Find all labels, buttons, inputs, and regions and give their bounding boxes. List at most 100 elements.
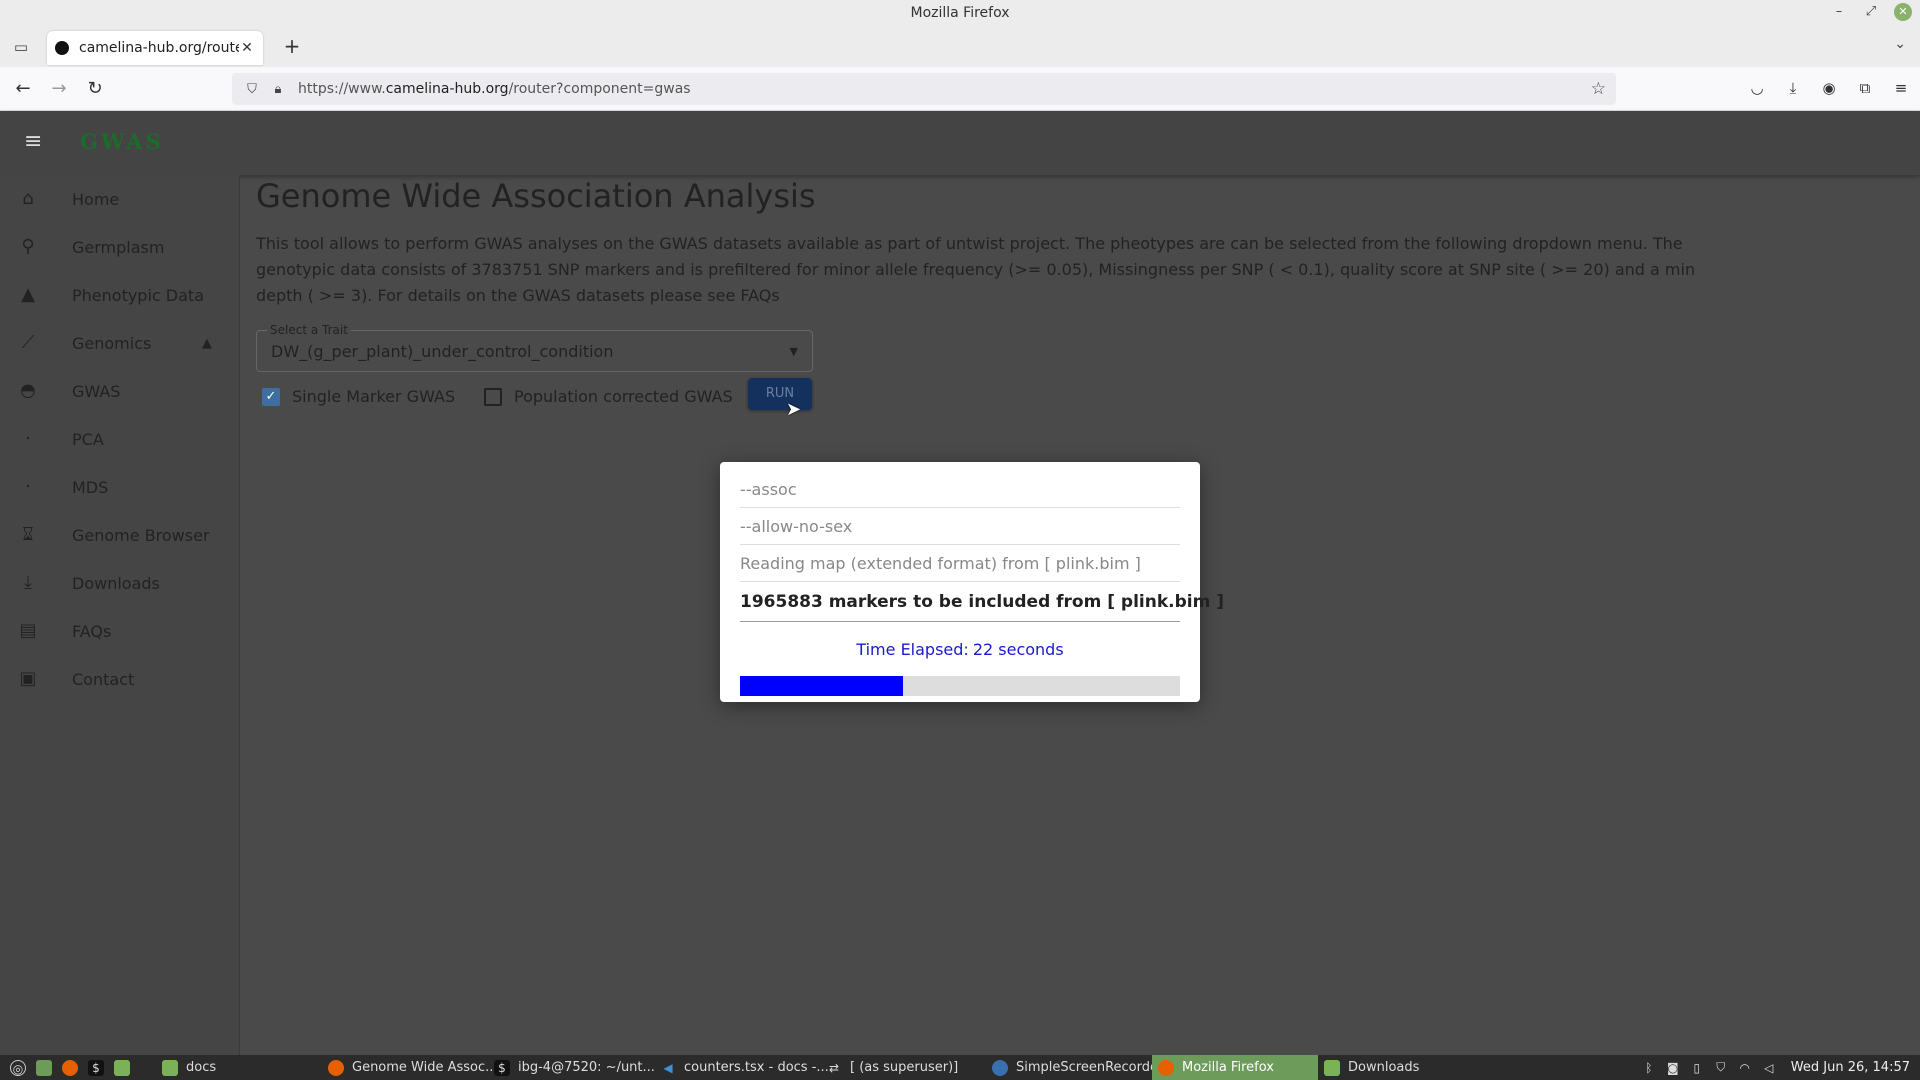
vscode-icon: ◀ bbox=[663, 1060, 673, 1075]
taskbar-app-downloads[interactable]: Downloads bbox=[1318, 1055, 1425, 1080]
single-marker-checkbox[interactable]: ✓ bbox=[262, 388, 280, 406]
sidebar-item-home[interactable]: ⌂ Home bbox=[0, 175, 239, 223]
tab-close-icon[interactable]: ✕ bbox=[239, 40, 255, 56]
firefox-icon bbox=[1158, 1059, 1174, 1076]
nav-toolbar: ← → ↻ ⛉ 🔒︎ https://www.camelina-hub.org/… bbox=[0, 67, 1920, 111]
restore-icon[interactable]: ⤢ bbox=[1862, 3, 1880, 21]
taskbar-app-vscode[interactable]: ◀ counters.tsx - docs -... bbox=[654, 1055, 835, 1080]
taskbar-app-superuser[interactable]: ⇄ [ (as superuser)] bbox=[820, 1055, 964, 1080]
tree-icon: ▲ bbox=[21, 284, 35, 305]
clock[interactable]: Wed Jun 26, 14:57 bbox=[1791, 1060, 1910, 1075]
folder-icon bbox=[162, 1059, 178, 1076]
mouse-cursor-icon: ➤ bbox=[786, 399, 802, 420]
trait-select[interactable]: Select a Trait DW_(g_per_plant)_under_co… bbox=[256, 323, 813, 372]
contact-card-icon: ▣ bbox=[19, 668, 37, 689]
forward-arrow-icon[interactable]: → bbox=[46, 76, 72, 102]
hamburger-menu-icon[interactable]: ≡ bbox=[24, 131, 46, 153]
taskbar-app-terminal[interactable]: $ ibg-4@7520: ~/unt... bbox=[488, 1055, 661, 1080]
tab-overflow-chevron-icon[interactable]: ⌄ bbox=[1894, 36, 1906, 52]
url-domain: camelina-hub.org bbox=[385, 81, 509, 97]
tracking-shield-icon[interactable]: ⛉ bbox=[242, 82, 262, 97]
volume-icon[interactable]: ◁ bbox=[1761, 1061, 1777, 1075]
gwas-icon: ◓ bbox=[20, 380, 36, 401]
taskbar-app-label: Genome Wide Assoc... bbox=[352, 1060, 498, 1075]
taskbar-app-firefox[interactable]: Mozilla Firefox bbox=[1152, 1055, 1318, 1080]
trait-select-value: DW_(g_per_plant)_under_control_condition bbox=[271, 342, 614, 361]
sidebar: ⌂ Home ⚲ Germplasm ▲ Phenotypic Data ⟋ G… bbox=[0, 175, 240, 1055]
firefox-icon bbox=[328, 1059, 344, 1076]
taskbar-app-docs[interactable]: docs bbox=[156, 1055, 222, 1080]
system-tray: ᛒ ◙ ▯ ⛉ ◠ ◁ Wed Jun 26, 14:57 bbox=[1641, 1055, 1910, 1080]
sidebar-item-mds[interactable]: · MDS bbox=[0, 463, 239, 511]
sidebar-item-gwas[interactable]: ◓ GWAS bbox=[0, 367, 239, 415]
app-brand: GWAS bbox=[80, 129, 164, 154]
download-icon: ⤓ bbox=[24, 572, 32, 593]
run-button[interactable]: RUN bbox=[748, 378, 812, 410]
sidebar-item-pca[interactable]: · PCA bbox=[0, 415, 239, 463]
chevron-up-icon[interactable]: ▲ bbox=[202, 336, 212, 351]
new-tab-icon[interactable]: + bbox=[280, 35, 304, 59]
pocket-icon[interactable]: ◡ bbox=[1746, 77, 1768, 99]
progress-bar bbox=[740, 676, 1180, 696]
taskbar-app-firefox-gwas[interactable]: Genome Wide Assoc... bbox=[322, 1055, 504, 1080]
url-path: /router?component=gwas bbox=[508, 81, 691, 97]
camera-icon[interactable]: ◙ bbox=[1665, 1061, 1681, 1075]
sidebar-item-label: Downloads bbox=[72, 573, 160, 593]
dropdown-arrow-icon[interactable]: ▼ bbox=[790, 345, 798, 358]
taskbar-app-screenrecorder[interactable]: SimpleScreenRecorder bbox=[986, 1055, 1169, 1080]
site-favicon-icon bbox=[55, 41, 69, 55]
shield-icon[interactable]: ⛉ bbox=[1713, 1060, 1729, 1075]
sidebar-item-downloads[interactable]: ⤓ Downloads bbox=[0, 559, 239, 607]
sidebar-item-label: MDS bbox=[72, 477, 109, 497]
files-launcher-icon[interactable] bbox=[108, 1055, 144, 1080]
tab-bar: ▭ camelina-hub.org/router?co ✕ + ⌄ bbox=[0, 27, 1920, 67]
url-bar[interactable]: ⛉ 🔒︎ https://www.camelina-hub.org/router… bbox=[232, 73, 1616, 105]
population-corrected-label: Population corrected GWAS bbox=[514, 387, 733, 406]
sidebar-item-contact[interactable]: ▣ Contact bbox=[0, 655, 239, 703]
sidebar-item-label: Phenotypic Data bbox=[72, 285, 204, 305]
location-pin-icon: ⚲ bbox=[21, 236, 35, 257]
url-prefix: https://www. bbox=[298, 81, 386, 97]
sidebar-item-label: Home bbox=[72, 189, 120, 209]
page-title: Genome Wide Association Analysis bbox=[256, 177, 816, 215]
sidebar-item-germplasm[interactable]: ⚲ Germplasm bbox=[0, 223, 239, 271]
library-icon: ▤ bbox=[19, 620, 37, 641]
single-marker-label: Single Marker GWAS bbox=[292, 387, 456, 406]
taskbar-app-label: ibg-4@7520: ~/unt... bbox=[518, 1060, 655, 1075]
menu-icon[interactable]: ≡ bbox=[1890, 77, 1912, 99]
population-corrected-checkbox[interactable] bbox=[484, 388, 502, 406]
sidebar-item-genome-browser[interactable]: ⌛︎ Genome Browser bbox=[0, 511, 239, 559]
bookmark-star-icon[interactable]: ☆ bbox=[1591, 79, 1606, 99]
sidebar-item-label: Genome Browser bbox=[72, 525, 210, 545]
url-text: https://www.camelina-hub.org/router?comp… bbox=[298, 81, 691, 97]
recorder-icon bbox=[992, 1059, 1008, 1076]
sidebar-item-faqs[interactable]: ▤ FAQs bbox=[0, 607, 239, 655]
tab-list-icon[interactable]: ▭ bbox=[10, 36, 32, 58]
bluetooth-icon[interactable]: ᛒ bbox=[1641, 1061, 1657, 1075]
log-line: --allow-no-sex bbox=[740, 509, 1180, 545]
window-title: Mozilla Firefox bbox=[910, 5, 1010, 21]
taskbar-app-label: SimpleScreenRecorder bbox=[1016, 1060, 1164, 1075]
app-header: ≡ GWAS bbox=[0, 111, 1920, 175]
back-arrow-icon[interactable]: ← bbox=[10, 76, 36, 102]
downloads-icon[interactable]: ⤓ bbox=[1782, 77, 1804, 99]
close-window-icon[interactable]: ✕ bbox=[1894, 3, 1912, 21]
chart-line-icon: ⟋ bbox=[21, 332, 35, 353]
taskbar-app-label: Downloads bbox=[1348, 1060, 1420, 1075]
time-elapsed: Time Elapsed: 22 seconds bbox=[720, 640, 1200, 659]
extensions-icon[interactable]: ⧉ bbox=[1854, 77, 1876, 99]
sidebar-item-phenotypic-data[interactable]: ▲ Phenotypic Data bbox=[0, 271, 239, 319]
wifi-icon[interactable]: ◠ bbox=[1737, 1061, 1753, 1075]
taskbar-app-label: Mozilla Firefox bbox=[1182, 1060, 1274, 1075]
battery-icon[interactable]: ▯ bbox=[1689, 1061, 1705, 1075]
reload-icon[interactable]: ↻ bbox=[82, 76, 108, 102]
page-description: This tool allows to perform GWAS analyse… bbox=[256, 234, 1696, 305]
mds-icon: · bbox=[25, 476, 31, 497]
padlock-icon[interactable]: 🔒︎ bbox=[268, 82, 288, 97]
sidebar-item-genomics[interactable]: ⟋ Genomics ▲ bbox=[0, 319, 239, 367]
account-icon[interactable]: ◉ bbox=[1818, 77, 1840, 99]
pca-icon: · bbox=[25, 428, 31, 449]
minimize-icon[interactable]: – bbox=[1830, 3, 1848, 21]
browser-tab[interactable]: camelina-hub.org/router?co ✕ bbox=[47, 31, 263, 65]
sidebar-item-label: Contact bbox=[72, 669, 135, 689]
